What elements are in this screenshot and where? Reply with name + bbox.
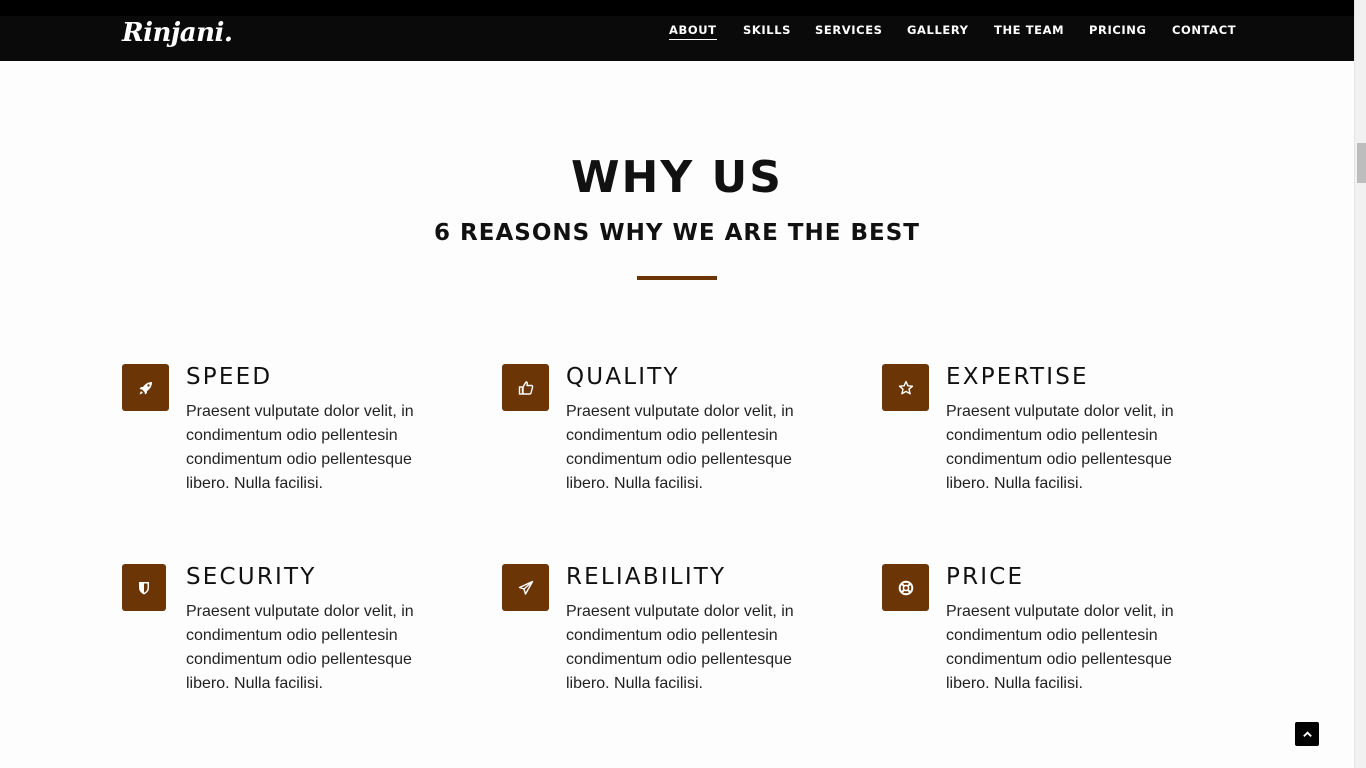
rocket-icon [122,364,169,411]
feature-title: PRICE [946,564,1025,590]
feature-price: PRICE Praesent vulputate dolor velit, in… [882,564,1222,704]
feature-title: SECURITY [186,564,317,590]
nav-item-contact[interactable]: CONTACT [1172,23,1236,37]
section-title: WHY US [571,152,783,203]
feature-title: QUALITY [566,364,680,390]
top-strip [0,0,1354,16]
scrollbar[interactable] [1354,0,1366,768]
navbar: Rinjani. ABOUT SKILLS SERVICES GALLERY T… [0,16,1354,61]
feature-security: SECURITY Praesent vulputate dolor velit,… [122,564,462,704]
feature-text: Praesent vulputate dolor velit, in condi… [186,603,414,692]
shield-icon [122,564,166,611]
nav-item-about[interactable]: ABOUT [669,23,717,40]
section-subtitle: 6 REASONS WHY WE ARE THE BEST [434,220,920,246]
feature-expertise: EXPERTISE Praesent vulputate dolor velit… [882,364,1222,504]
feature-text: Praesent vulputate dolor velit, in condi… [946,403,1174,492]
nav-item-skills[interactable]: SKILLS [743,23,791,37]
feature-quality: QUALITY Praesent vulputate dolor velit, … [502,364,842,504]
paper-plane-icon [502,564,549,611]
feature-title: SPEED [186,364,273,390]
nav-item-services[interactable]: SERVICES [815,23,883,37]
feature-text: Praesent vulputate dolor velit, in condi… [946,603,1174,692]
feature-text: Praesent vulputate dolor velit, in condi… [186,403,414,492]
life-ring-icon [882,564,929,611]
title-divider [637,276,717,280]
thumbs-up-icon [502,364,549,411]
feature-title: RELIABILITY [566,564,727,590]
star-icon [882,364,929,411]
nav-item-pricing[interactable]: PRICING [1089,23,1147,37]
feature-text: Praesent vulputate dolor velit, in condi… [566,603,794,692]
feature-speed: SPEED Praesent vulputate dolor velit, in… [122,364,462,504]
feature-text: Praesent vulputate dolor velit, in condi… [566,403,794,492]
feature-title: EXPERTISE [946,364,1089,390]
back-to-top-button[interactable] [1295,722,1319,746]
scrollbar-thumb[interactable] [1357,143,1366,183]
chevron-up-icon [1302,730,1312,737]
nav-item-the-team[interactable]: THE TEAM [994,23,1064,37]
logo[interactable]: Rinjani. [122,16,233,61]
feature-reliability: RELIABILITY Praesent vulputate dolor vel… [502,564,842,704]
nav-item-gallery[interactable]: GALLERY [907,23,969,37]
